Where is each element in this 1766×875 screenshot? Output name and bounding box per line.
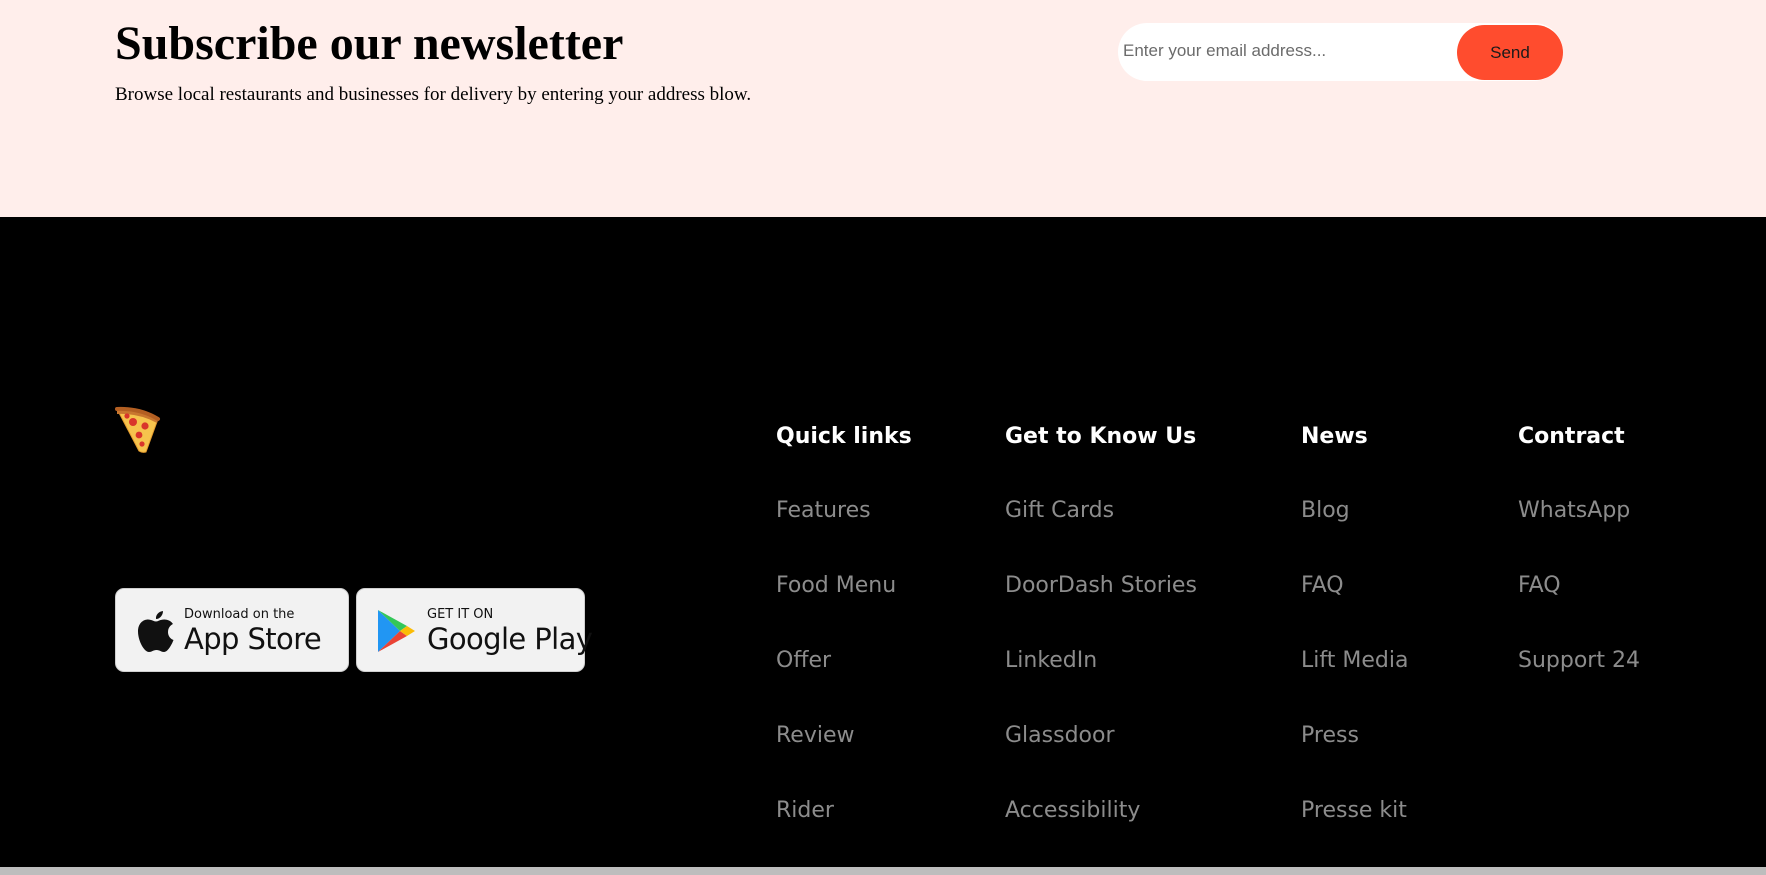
footer-link-press[interactable]: Press xyxy=(1301,723,1359,748)
footer-link-features[interactable]: Features xyxy=(776,498,871,523)
footer-link-review[interactable]: Review xyxy=(776,723,855,748)
list-item: Blog xyxy=(1301,497,1408,572)
news-list: Blog FAQ Lift Media Press Presse kit xyxy=(1301,497,1408,872)
quick-links-list: Features Food Menu Offer Review Rider xyxy=(776,497,896,872)
contract-list: WhatsApp FAQ Support 24 xyxy=(1518,497,1640,722)
footer-link-gift-cards[interactable]: Gift Cards xyxy=(1005,498,1114,523)
footer-link-food-menu[interactable]: Food Menu xyxy=(776,573,896,598)
quick-links-heading: Quick links xyxy=(776,424,912,449)
list-item: LinkedIn xyxy=(1005,647,1197,722)
list-item: Press xyxy=(1301,722,1408,797)
send-button[interactable]: Send xyxy=(1457,25,1563,80)
list-item: FAQ xyxy=(1301,572,1408,647)
list-item: FAQ xyxy=(1518,572,1640,647)
google-play-icon xyxy=(376,608,416,659)
footer-link-rider[interactable]: Rider xyxy=(776,798,834,823)
app-store-label: App Store xyxy=(184,622,322,656)
newsletter-form: Send xyxy=(1118,23,1563,81)
app-store-small-text: Download on the xyxy=(184,607,295,622)
list-item: Features xyxy=(776,497,896,572)
list-item: DoorDash Stories xyxy=(1005,572,1197,647)
footer-link-doordash-stories[interactable]: DoorDash Stories xyxy=(1005,573,1197,598)
list-item: Rider xyxy=(776,797,896,872)
footer-link-faq-contract[interactable]: FAQ xyxy=(1518,573,1561,598)
app-store-badge[interactable]: Download on the App Store xyxy=(115,588,349,672)
footer-link-whatsapp[interactable]: WhatsApp xyxy=(1518,498,1630,523)
pizza-slice-icon[interactable] xyxy=(113,405,163,457)
list-item: Offer xyxy=(776,647,896,722)
footer-link-accessibility[interactable]: Accessibility xyxy=(1005,798,1140,823)
list-item: Lift Media xyxy=(1301,647,1408,722)
list-item: Support 24 xyxy=(1518,647,1640,722)
list-item: Review xyxy=(776,722,896,797)
list-item: Glassdoor xyxy=(1005,722,1197,797)
list-item: Food Menu xyxy=(776,572,896,647)
footer-link-glassdoor[interactable]: Glassdoor xyxy=(1005,723,1115,748)
list-item: WhatsApp xyxy=(1518,497,1640,572)
footer-link-faq[interactable]: FAQ xyxy=(1301,573,1344,598)
footer-link-blog[interactable]: Blog xyxy=(1301,498,1350,523)
horizontal-scrollbar[interactable] xyxy=(0,867,1766,875)
footer-link-lift-media[interactable]: Lift Media xyxy=(1301,648,1408,673)
list-item: Gift Cards xyxy=(1005,497,1197,572)
get-to-know-us-list: Gift Cards DoorDash Stories LinkedIn Gla… xyxy=(1005,497,1197,872)
google-play-label: Google Play xyxy=(427,622,593,656)
footer-link-presse-kit[interactable]: Presse kit xyxy=(1301,798,1407,823)
newsletter-section: Subscribe our newsletter Browse local re… xyxy=(0,0,1766,217)
google-play-small-text: GET IT ON xyxy=(427,607,494,622)
footer-link-offer[interactable]: Offer xyxy=(776,648,831,673)
footer-link-support-24[interactable]: Support 24 xyxy=(1518,648,1640,673)
contract-heading: Contract xyxy=(1518,424,1625,449)
site-footer: Download on the App Store GET IT ON Goog… xyxy=(0,217,1766,867)
newsletter-title: Subscribe our newsletter xyxy=(115,17,624,70)
footer-link-linkedin[interactable]: LinkedIn xyxy=(1005,648,1097,673)
list-item: Accessibility xyxy=(1005,797,1197,872)
apple-icon xyxy=(137,608,175,659)
newsletter-subtitle: Browse local restaurants and businesses … xyxy=(115,84,752,105)
list-item: Presse kit xyxy=(1301,797,1408,872)
get-to-know-us-heading: Get to Know Us xyxy=(1005,424,1197,449)
email-input[interactable] xyxy=(1123,31,1448,71)
google-play-badge[interactable]: GET IT ON Google Play xyxy=(356,588,593,672)
news-heading: News xyxy=(1301,424,1368,449)
